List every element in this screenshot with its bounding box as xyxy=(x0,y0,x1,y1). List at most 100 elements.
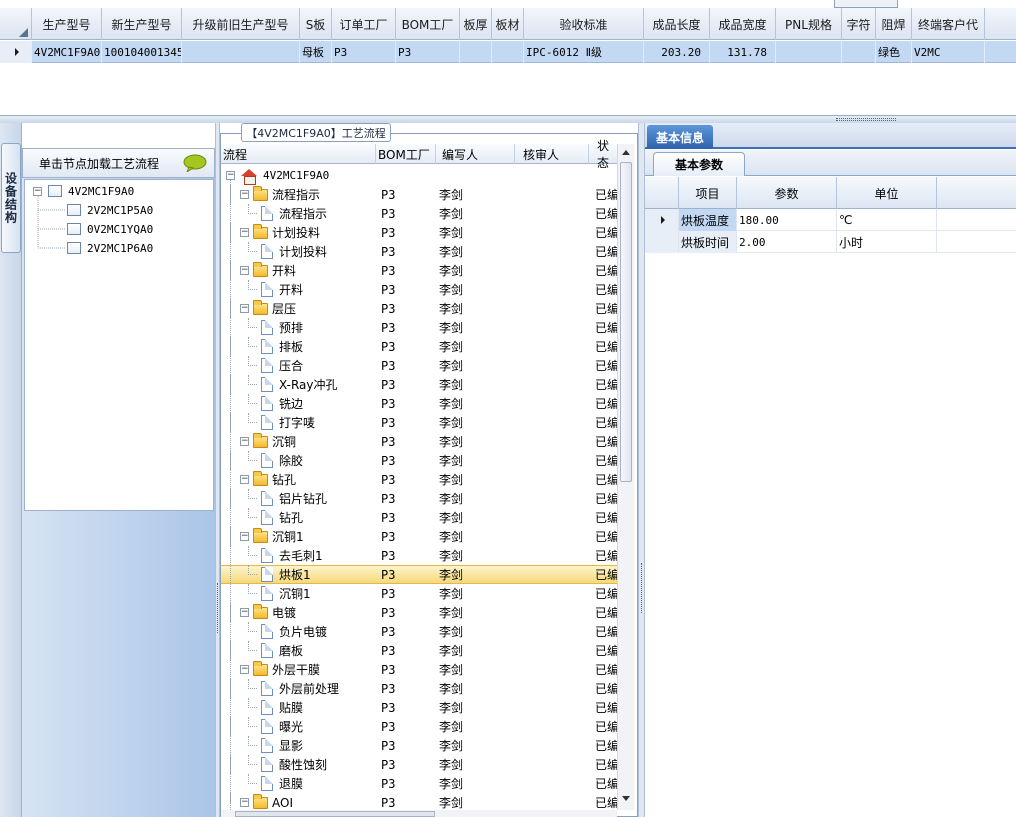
row-selector[interactable] xyxy=(645,231,679,253)
product-grid-row[interactable]: 4V2MC1F9A010010400134566母板P3P3IPC-6012 Ⅱ… xyxy=(0,41,1016,63)
row-selector[interactable] xyxy=(645,209,679,231)
column-header[interactable]: 阻焊 xyxy=(876,8,912,40)
collapse-toggle-icon[interactable]: − xyxy=(240,798,249,807)
column-header[interactable]: 验收标准 xyxy=(524,8,644,40)
process-step-row[interactable]: X-Ray冲孔 P3 李剑 已编写 xyxy=(221,375,617,394)
process-tree-root[interactable]: − 4V2MC1F9A0 xyxy=(221,166,617,185)
grid-cell[interactable]: P3 xyxy=(332,41,396,63)
column-header-flow[interactable]: 流程 xyxy=(221,144,376,164)
process-step-row[interactable]: 负片电镀 P3 李剑 已编写 xyxy=(221,622,617,641)
param-row[interactable]: 烘板温度 180.00 ℃ xyxy=(645,209,1016,231)
row-selector[interactable] xyxy=(0,41,32,63)
column-header[interactable]: 生产型号 xyxy=(32,8,102,40)
process-step-row[interactable]: 计划投料 P3 李剑 已编写 xyxy=(221,242,617,261)
column-header[interactable]: PNL规格 xyxy=(776,8,842,40)
scrollbar-thumb[interactable] xyxy=(235,811,435,817)
column-header-item[interactable]: 项目 xyxy=(679,177,737,209)
process-group-row[interactable]: − 电镀 P3 李剑 已编写 xyxy=(221,603,617,622)
column-header-writer[interactable]: 编写人 xyxy=(436,144,515,164)
column-header-bom[interactable]: BOM工厂 xyxy=(376,144,436,164)
process-group-row[interactable]: − 钻孔 P3 李剑 已编写 xyxy=(221,470,617,489)
column-header[interactable]: 订单工厂 xyxy=(332,8,396,40)
process-step-row[interactable]: 流程指示 P3 李剑 已编写 xyxy=(221,204,617,223)
grid-cell[interactable] xyxy=(842,41,876,63)
collapse-toggle-icon[interactable]: − xyxy=(240,304,249,313)
vertical-scrollbar[interactable] xyxy=(617,144,634,810)
param-value[interactable]: 180.00 xyxy=(737,209,837,231)
collapse-toggle-icon[interactable]: − xyxy=(240,608,249,617)
column-header[interactable]: 新生产型号 xyxy=(102,8,182,40)
process-step-row[interactable]: 曝光 P3 李剑 已编写 xyxy=(221,717,617,736)
scroll-up-arrow-icon[interactable] xyxy=(622,150,630,155)
column-header-status[interactable]: 状态 xyxy=(589,139,617,170)
column-header[interactable]: 字符 xyxy=(842,8,876,40)
process-step-row[interactable]: 开料 P3 李剑 已编写 xyxy=(221,280,617,299)
column-header-value[interactable]: 参数 xyxy=(737,177,837,209)
column-header[interactable]: 成品长度 xyxy=(644,8,710,40)
collapse-toggle-icon[interactable]: − xyxy=(240,228,249,237)
process-step-row[interactable]: 打字唛 P3 李剑 已编写 xyxy=(221,413,617,432)
grid-cell[interactable] xyxy=(182,41,300,63)
right-splitter[interactable] xyxy=(638,123,645,817)
process-group-row[interactable]: − 沉铜 P3 李剑 已编写 xyxy=(221,432,617,451)
horizontal-splitter[interactable] xyxy=(0,115,1016,123)
column-header-unit[interactable]: 单位 xyxy=(837,177,937,209)
process-step-row[interactable]: 贴膜 P3 李剑 已编写 xyxy=(221,698,617,717)
grid-cell[interactable]: V2MC xyxy=(912,41,985,63)
tab-basic-params[interactable]: 基本参数 xyxy=(653,152,745,176)
param-value[interactable]: 2.00 xyxy=(737,231,837,253)
process-step-row[interactable]: 铣边 P3 李剑 已编写 xyxy=(221,394,617,413)
process-step-row[interactable]: 烘板1 P3 李剑 已编写 xyxy=(221,565,617,585)
column-header[interactable]: 升级前旧生产型号 xyxy=(182,8,300,40)
grid-cell[interactable]: 131.78 xyxy=(710,41,776,63)
collapse-toggle-icon[interactable]: − xyxy=(240,532,249,541)
process-step-row[interactable]: 磨板 P3 李剑 已编写 xyxy=(221,641,617,660)
grid-cell[interactable]: IPC-6012 Ⅱ级 xyxy=(524,41,644,63)
collapse-toggle-icon[interactable]: − xyxy=(240,475,249,484)
process-group-row[interactable]: − 外层干膜 P3 李剑 已编写 xyxy=(221,660,617,679)
process-step-row[interactable]: 铝片钻孔 P3 李剑 已编写 xyxy=(221,489,617,508)
grid-cell[interactable]: 4V2MC1F9A0 xyxy=(32,41,102,63)
top-tab-stub[interactable] xyxy=(834,0,898,8)
grid-cell[interactable] xyxy=(460,41,492,63)
tab-device-structure[interactable]: 设备结构 xyxy=(1,143,21,253)
collapse-toggle-icon[interactable]: − xyxy=(240,437,249,446)
process-group-row[interactable]: − 沉铜1 P3 李剑 已编写 xyxy=(221,527,617,546)
column-header[interactable]: 板厚 xyxy=(460,8,492,40)
scroll-down-arrow-icon[interactable] xyxy=(622,796,630,801)
process-step-row[interactable]: 沉铜1 P3 李剑 已编写 xyxy=(221,584,617,603)
process-step-row[interactable]: 除胶 P3 李剑 已编写 xyxy=(221,451,617,470)
process-group-row[interactable]: − AOI P3 李剑 已编写 xyxy=(221,793,617,810)
collapse-toggle-icon[interactable]: − xyxy=(226,171,235,180)
process-step-row[interactable]: 显影 P3 李剑 已编写 xyxy=(221,736,617,755)
tab-basic-info[interactable]: 基本信息 xyxy=(647,125,713,149)
grid-cell[interactable]: 203.20 xyxy=(644,41,710,63)
process-step-row[interactable]: 排板 P3 李剑 已编写 xyxy=(221,337,617,356)
process-step-row[interactable]: 去毛刺1 P3 李剑 已编写 xyxy=(221,546,617,565)
process-step-row[interactable]: 外层前处理 P3 李剑 已编写 xyxy=(221,679,617,698)
process-step-row[interactable]: 压合 P3 李剑 已编写 xyxy=(221,356,617,375)
grid-cell[interactable]: 10010400134566 xyxy=(102,41,182,63)
column-header-reviewer[interactable]: 核审人 xyxy=(515,144,589,164)
process-step-row[interactable]: 钻孔 P3 李剑 已编写 xyxy=(221,508,617,527)
collapse-toggle-icon[interactable]: − xyxy=(240,665,249,674)
param-row[interactable]: 烘板时间 2.00 小时 xyxy=(645,231,1016,253)
process-group-row[interactable]: − 流程指示 P3 李剑 已编写 xyxy=(221,185,617,204)
grid-corner[interactable] xyxy=(0,8,32,40)
grid-cell[interactable] xyxy=(776,41,842,63)
process-group-row[interactable]: − 计划投料 P3 李剑 已编写 xyxy=(221,223,617,242)
column-header[interactable]: 板材 xyxy=(492,8,524,40)
process-step-row[interactable]: 退膜 P3 李剑 已编写 xyxy=(221,774,617,793)
collapse-toggle-icon[interactable]: − xyxy=(240,266,249,275)
grid-cell[interactable] xyxy=(492,41,524,63)
grid-cell[interactable]: 母板 xyxy=(300,41,332,63)
process-group-row[interactable]: − 层压 P3 李剑 已编写 xyxy=(221,299,617,318)
grid-cell[interactable]: P3 xyxy=(396,41,460,63)
scrollbar-thumb[interactable] xyxy=(620,162,632,482)
column-header[interactable]: 成品宽度 xyxy=(710,8,776,40)
process-group-row[interactable]: − 开料 P3 李剑 已编写 xyxy=(221,261,617,280)
column-header[interactable]: S板 xyxy=(300,8,332,40)
column-header[interactable]: BOM工厂 xyxy=(396,8,460,40)
horizontal-scrollbar[interactable] xyxy=(221,810,617,817)
grid-cell[interactable]: 绿色 xyxy=(876,41,912,63)
